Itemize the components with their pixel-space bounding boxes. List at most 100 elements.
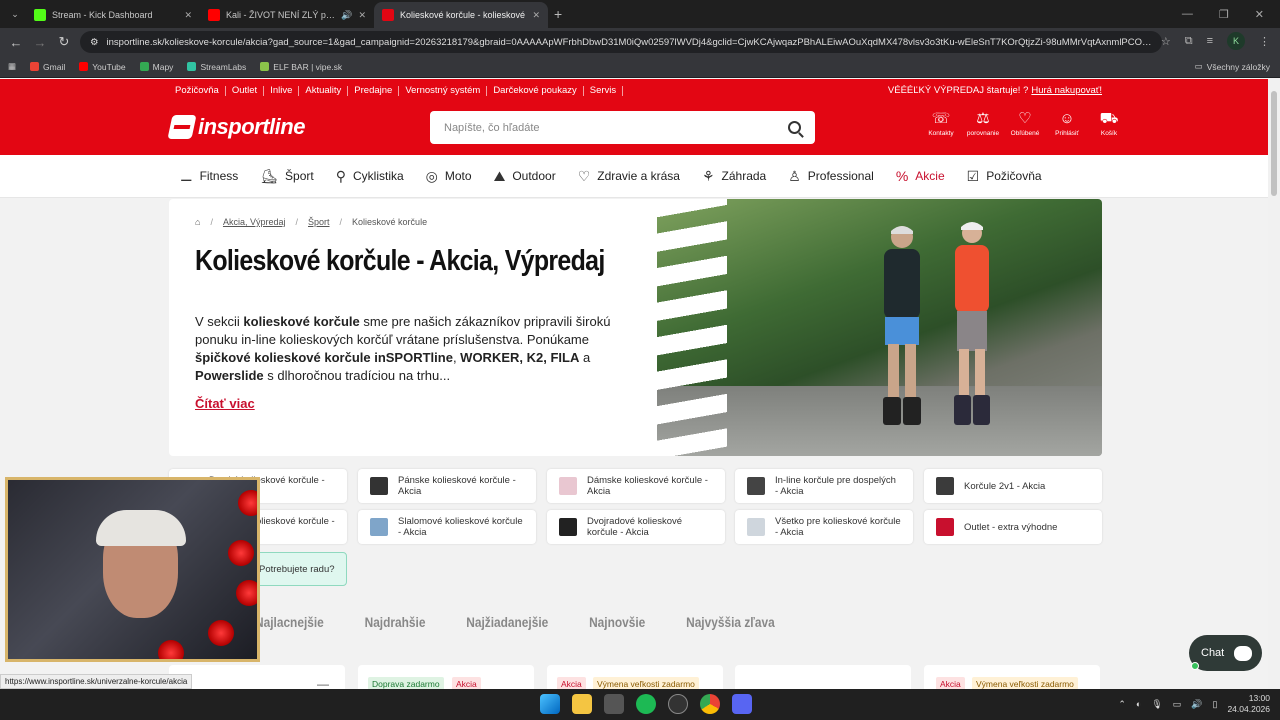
bookmark-gmail[interactable]: Gmail (30, 62, 65, 72)
address-bar[interactable]: ⚙ insportline.sk/kolieskove-korcule/akci… (80, 31, 1162, 53)
close-icon[interactable]: ✕ (532, 10, 540, 21)
search-icon[interactable] (788, 121, 801, 134)
media-icon[interactable]: ≡ (1207, 35, 1213, 47)
category-fitness[interactable]: ⚊ Fitness (180, 168, 238, 185)
category-pozicovna[interactable]: ☑ Požičovňa (967, 168, 1042, 185)
store-icon[interactable] (604, 694, 624, 714)
product-card[interactable]: Akcia Výmena veľkosti zadarmo (547, 665, 723, 689)
taskbar-clock[interactable]: 13:00 24.04.2026 (1227, 693, 1270, 715)
subcat-dvojradove[interactable]: Dvojradové kolieskové korčule - Akcia (547, 510, 725, 544)
bookmark-mapy[interactable]: Mapy (139, 62, 173, 72)
subcat-damske[interactable]: Dámske kolieskové korčule - Akcia (547, 469, 725, 503)
new-tab-icon[interactable]: + (554, 6, 562, 22)
toplink-aktuality[interactable]: Aktuality (299, 85, 349, 96)
toplink-pozicovna[interactable]: Požičovňa (175, 85, 226, 96)
chat-button[interactable]: Chat (1189, 635, 1262, 671)
sort-najlacnejsie[interactable]: Najlacnejšie (255, 614, 324, 630)
promo-link[interactable]: Hurá nakupovať! (1031, 85, 1102, 96)
spotify-icon[interactable] (636, 694, 656, 714)
category-akcie[interactable]: % Akcie (896, 168, 945, 184)
close-icon[interactable]: ✕ (358, 10, 366, 21)
skate-thumb-icon (936, 477, 954, 495)
header-porovnanie[interactable]: ⚖ porovnanie (962, 111, 1004, 138)
bookmark-star-icon[interactable]: ☆ (1161, 35, 1171, 48)
category-zdravie[interactable]: ♡ Zdravie a krása (578, 168, 680, 185)
reload-icon[interactable]: ↻ (52, 34, 76, 50)
toplink-outlet[interactable]: Outlet (226, 85, 265, 96)
category-sport[interactable]: ⛸ Šport (260, 168, 313, 185)
tab-insportline[interactable]: Kolieskové korčule - kolieskové ✕ (374, 2, 548, 28)
profile-avatar[interactable]: K (1227, 32, 1245, 50)
product-card[interactable] (735, 665, 911, 689)
close-window-icon[interactable]: ✕ (1255, 8, 1264, 21)
forward-icon[interactable]: → (28, 35, 52, 50)
tray-network-icon[interactable]: ▭ (1173, 699, 1182, 710)
skate-thumb-icon (559, 518, 577, 536)
tray-app-icon[interactable]: ◐ (1136, 699, 1141, 709)
menu-icon[interactable]: ⋮ (1259, 35, 1270, 48)
minimize-icon[interactable]: — (1182, 8, 1193, 21)
collapse-icon[interactable]: — (317, 677, 329, 689)
tray-mic-icon[interactable]: 🎙 (1151, 699, 1162, 710)
site-logo[interactable]: insportline (167, 114, 305, 140)
subcat-slalomove[interactable]: Slalomové kolieskové korčule - Akcia (358, 510, 536, 544)
tab-kick[interactable]: Stream - Kick Dashboard ✕ (26, 2, 200, 28)
page-scrollbar[interactable] (1268, 79, 1280, 689)
all-bookmarks[interactable]: ▭ Všechny záložky (1195, 61, 1280, 72)
discord-icon[interactable] (732, 694, 752, 714)
sort-najziadanejsie[interactable]: Najžiadanejšie (466, 614, 548, 630)
restore-icon[interactable]: ❐ (1219, 8, 1229, 21)
toplink-servis[interactable]: Servis (584, 85, 624, 96)
subcat-dospelych[interactable]: In-line korčule pre dospelých - Akcia (735, 469, 913, 503)
home-icon[interactable]: ⌂ (195, 217, 200, 227)
tray-chevron-icon[interactable]: ⌃ (1118, 699, 1126, 710)
back-icon[interactable]: ← (4, 35, 28, 50)
tab-youtube[interactable]: Kali - ŽIVOT NENÍ ZLÝ prod 🔊 ✕ (200, 2, 374, 28)
apps-icon[interactable]: ▦ (8, 61, 16, 72)
subcat-label: Dámske kolieskové korčule - Akcia (587, 475, 708, 497)
subcat-vsetko[interactable]: Všetko pre kolieskové korčule - Akcia (735, 510, 913, 544)
obs-icon[interactable] (668, 694, 688, 714)
category-zahrada[interactable]: ⚘ Záhrada (702, 168, 766, 185)
toplink-inlive[interactable]: Inlive (264, 85, 300, 96)
close-icon[interactable]: ✕ (184, 10, 192, 21)
product-card[interactable]: Doprava zadarmo Akcia (358, 665, 534, 689)
scrollbar-thumb[interactable] (1271, 91, 1277, 196)
header-kosik[interactable]: ⛟ Košík (1088, 111, 1130, 138)
header-prihlasit[interactable]: ☺ Prihlásiť (1046, 111, 1088, 138)
toplink-vernostny[interactable]: Vernostný systém (399, 85, 488, 96)
tray-battery-icon[interactable]: ▯ (1213, 699, 1218, 710)
speaker-icon[interactable]: 🔊 (341, 10, 352, 21)
chrome-icon[interactable] (700, 694, 720, 714)
tray-volume-icon[interactable]: 🔊 (1191, 699, 1202, 710)
sort-najvyssia-zlava[interactable]: Najvyššia zľava (686, 614, 775, 630)
toplink-predajne[interactable]: Predajne (348, 85, 400, 96)
subcat-outlet[interactable]: Outlet - extra výhodne (924, 510, 1102, 544)
breadcrumb-akcia[interactable]: Akcia, Výpredaj (223, 217, 286, 227)
subcat-2v1[interactable]: Korčule 2v1 - Akcia (924, 469, 1102, 503)
subcat-panske[interactable]: Pánske kolieskové korčule - Akcia (358, 469, 536, 503)
tab-search-icon[interactable]: ⌄ (4, 3, 26, 25)
sort-najdrahsie[interactable]: Najdrahšie (365, 614, 426, 630)
header-kontakty[interactable]: ☏ Kontakty (920, 111, 962, 138)
file-explorer-icon[interactable] (572, 694, 592, 714)
header-oblubene[interactable]: ♡ Obľúbené (1004, 111, 1046, 138)
category-professional[interactable]: ♙ Professional (788, 168, 874, 185)
category-moto[interactable]: ◎ Moto (426, 168, 472, 185)
read-more-link[interactable]: Čítať viac (195, 396, 255, 411)
bookmark-elfbar[interactable]: ELF BAR | vipe.sk (260, 62, 342, 72)
product-card[interactable]: Akcia Výmena veľkosti zadarmo (924, 665, 1100, 689)
extensions-icon[interactable]: ⧉ (1185, 35, 1193, 48)
product-card[interactable]: — (169, 665, 345, 689)
bookmark-youtube[interactable]: YouTube (79, 62, 126, 72)
category-outdoor[interactable]: ⛰ Outdoor (494, 168, 556, 185)
category-cyklistika[interactable]: ⚲ Cyklistika (336, 168, 404, 185)
breadcrumb-sport[interactable]: Šport (308, 217, 330, 227)
sort-najnovsie[interactable]: Najnovšie (589, 614, 645, 630)
site-info-icon[interactable]: ⚙ (90, 37, 99, 48)
windows-start-icon[interactable] (540, 694, 560, 714)
bookmark-streamlabs[interactable]: StreamLabs (187, 62, 246, 72)
search-input[interactable]: Napíšte, čo hľadáte (430, 111, 815, 144)
toplink-poukazy[interactable]: Darčekové poukazy (487, 85, 584, 96)
help-button[interactable]: Potrebujete radu? (250, 552, 347, 586)
